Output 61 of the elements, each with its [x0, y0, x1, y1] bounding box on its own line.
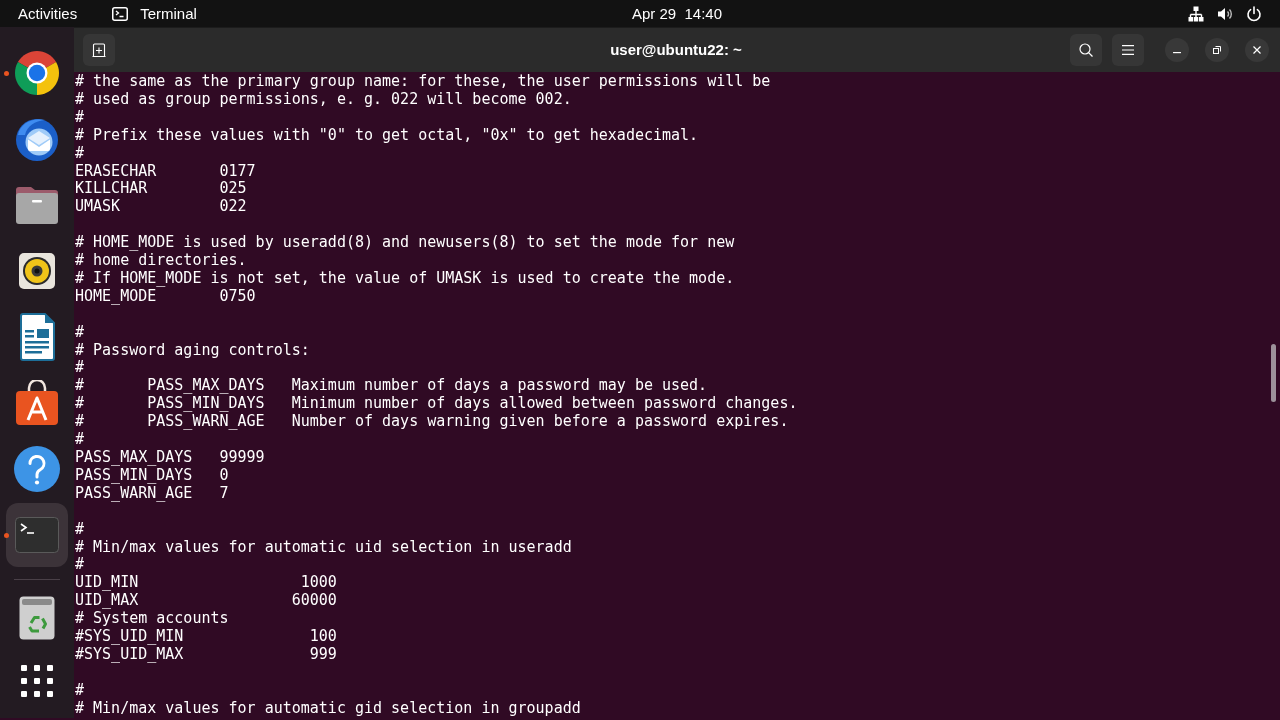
network-icon[interactable] [1188, 5, 1204, 22]
terminal-line: PASS_MIN_DAYS 0 [75, 466, 229, 485]
terminal-line: # Password aging controls: [75, 341, 310, 360]
terminal-line: # [75, 520, 85, 539]
terminal-line: PASS_WARN_AGE 7 [75, 484, 229, 503]
menu-icon [1122, 44, 1134, 55]
volume-icon[interactable] [1217, 5, 1233, 22]
terminal-line: UMASK 022 [75, 198, 247, 217]
new-tab-icon [92, 42, 106, 57]
speaker-icon[interactable] [19, 253, 55, 289]
terminal-line: # System accounts [75, 610, 229, 629]
terminal-line: # Min/max values for automatic uid selection in useradd [75, 538, 572, 557]
folder-icon[interactable] [15, 185, 59, 225]
terminal-line: # [75, 323, 85, 342]
terminal-icon[interactable] [15, 517, 59, 553]
terminal-line: KILLCHAR 025 [75, 180, 247, 199]
new-tab-button[interactable] [83, 33, 115, 66]
terminal-line: # Prefix these values with "0" to get octal, "0x" to get hexadecimal. [75, 126, 699, 145]
terminal-line: PASS_MAX_DAYS 99999 [75, 449, 265, 467]
terminal-line: UID_MAX 60000 [75, 592, 337, 611]
date-time[interactable]: Apr 29 14:40 [631, 4, 723, 23]
search-button[interactable] [1070, 33, 1102, 66]
close-icon [1253, 45, 1261, 54]
terminal-line: # [75, 108, 85, 127]
terminal-line: # [75, 359, 85, 378]
terminal-icon [112, 5, 129, 22]
restore-icon [1213, 45, 1221, 54]
terminal-line: # [75, 681, 85, 700]
terminal-line: # [75, 431, 85, 449]
trash-icon[interactable] [19, 596, 55, 640]
terminal-line: #SYS_UID_MIN 100 [75, 628, 337, 646]
browser-icon[interactable] [13, 49, 61, 97]
terminal-line: # the same as the primary group name: for these, the user permissions will be [75, 73, 771, 91]
app-grid-icon[interactable] [21, 665, 53, 697]
terminal-line: # [75, 556, 85, 575]
terminal-line: # Min/max values for automatic gid selection in groupadd [75, 699, 581, 718]
restore-button[interactable] [1205, 37, 1229, 62]
close-button[interactable] [1245, 37, 1269, 62]
minimize-icon [1173, 52, 1181, 54]
activities[interactable]: Activities [18, 4, 78, 23]
search-icon [1079, 42, 1093, 57]
terminal-line: #SYS_UID_MAX 999 [75, 645, 337, 664]
terminal-line: UID_MIN 1000 [75, 574, 337, 593]
scrollbar[interactable] [1271, 344, 1276, 402]
terminal-line: # If HOME_MODE is not set, the value of UMASK is used to create the mode. [75, 269, 735, 288]
help-icon[interactable] [13, 445, 61, 493]
terminal-line: # home directories. [75, 252, 247, 270]
terminal-line: # [75, 144, 85, 163]
terminal-line: # used as group permissions, e. g. 022 will become 002. [75, 90, 572, 109]
terminal-line: HOME_MODE 0750 [75, 287, 256, 306]
window-title: user@ubuntu22: ~ [610, 41, 742, 58]
terminal-line: # PASS_MIN_DAYS Minimum number of days allowed between password changes. [75, 395, 798, 414]
terminal-line: # PASS_MAX_DAYS Maximum number of days a password may be used. [75, 377, 708, 396]
document-icon[interactable] [19, 313, 55, 361]
terminal-line: ERASECHAR 0177 [75, 162, 256, 181]
shopping-bag-icon[interactable] [15, 380, 59, 426]
power-icon[interactable] [1246, 5, 1262, 22]
menu-button[interactable] [1112, 33, 1144, 66]
app-menu[interactable]: Terminal [112, 4, 197, 23]
terminal-line: # PASS_WARN_AGE Number of days warning given before a password expires. [75, 413, 789, 432]
terminal-line: # HOME_MODE is used by useradd(8) and newusers(8) to set the mode for new [75, 234, 735, 253]
